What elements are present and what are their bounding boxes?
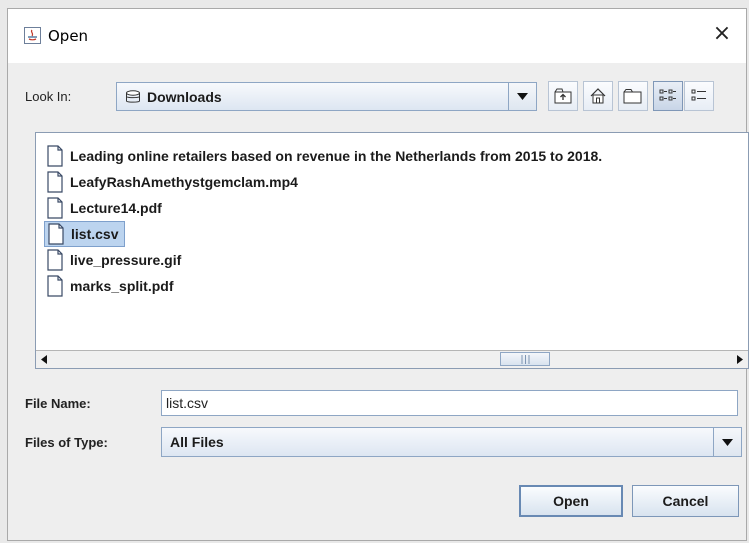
details-view-toggle[interactable] bbox=[684, 81, 714, 111]
file-name-value: list.csv bbox=[166, 395, 208, 411]
list-view-icon bbox=[659, 89, 676, 101]
scrollbar-thumb[interactable] bbox=[500, 352, 550, 366]
list-item-selected[interactable]: list.csv bbox=[44, 221, 126, 247]
arrow-left-icon bbox=[41, 354, 47, 364]
up-one-level-button[interactable] bbox=[548, 81, 578, 111]
list-view-toggle[interactable] bbox=[653, 81, 683, 111]
drive-icon bbox=[125, 89, 141, 104]
look-in-dropdown-arrow[interactable] bbox=[508, 83, 536, 110]
cancel-button[interactable]: Cancel bbox=[632, 485, 739, 517]
list-item[interactable]: LeafyRashAmethystgemclam.mp4 bbox=[44, 169, 298, 195]
file-icon bbox=[47, 275, 63, 297]
file-icon bbox=[47, 145, 63, 167]
home-icon bbox=[590, 88, 606, 104]
list-item[interactable]: Lecture14.pdf bbox=[44, 195, 162, 221]
file-icon bbox=[48, 223, 64, 245]
chevron-down-icon bbox=[517, 93, 528, 100]
file-name-label: File Name: bbox=[25, 396, 91, 411]
java-app-icon bbox=[24, 27, 41, 44]
file-name-text: live_pressure.gif bbox=[70, 252, 182, 268]
chevron-down-icon bbox=[722, 438, 733, 446]
list-item[interactable]: marks_split.pdf bbox=[44, 273, 173, 299]
file-icon bbox=[47, 197, 63, 219]
list-item[interactable]: live_pressure.gif bbox=[44, 247, 181, 273]
up-one-level-icon bbox=[554, 88, 572, 104]
new-folder-icon bbox=[623, 89, 642, 104]
file-name-field[interactable]: list.csv bbox=[161, 390, 738, 416]
close-button[interactable]: × bbox=[708, 21, 736, 47]
dialog-title: Open bbox=[48, 27, 89, 45]
file-type-dropdown-arrow[interactable] bbox=[713, 428, 741, 456]
file-name-text: Lecture14.pdf bbox=[70, 200, 162, 216]
file-list[interactable]: Leading online retailers based on revenu… bbox=[35, 132, 749, 369]
scroll-left-button[interactable] bbox=[36, 351, 52, 367]
open-button[interactable]: Open bbox=[519, 485, 623, 517]
file-icon bbox=[47, 249, 63, 271]
file-name-text: marks_split.pdf bbox=[70, 278, 174, 294]
home-button[interactable] bbox=[583, 81, 613, 111]
file-name-text: list.csv bbox=[71, 226, 119, 242]
file-name-text: LeafyRashAmethystgemclam.mp4 bbox=[70, 174, 298, 190]
file-name-text: Leading online retailers based on revenu… bbox=[70, 148, 603, 164]
open-dialog: Open × Look In: Downloads Leading online… bbox=[7, 8, 749, 541]
look-in-label: Look In: bbox=[25, 89, 72, 104]
grip-icon bbox=[521, 354, 529, 364]
list-item[interactable]: Leading online retailers based on revenu… bbox=[44, 143, 602, 169]
look-in-combo[interactable]: Downloads bbox=[116, 82, 537, 111]
file-type-label: Files of Type: bbox=[25, 435, 108, 450]
arrow-right-icon bbox=[737, 354, 743, 364]
scroll-right-button[interactable] bbox=[732, 351, 748, 367]
file-type-value: All Files bbox=[170, 434, 224, 450]
title-bar: Open × bbox=[8, 9, 746, 63]
file-type-combo[interactable]: All Files bbox=[161, 427, 742, 457]
horizontal-scrollbar[interactable] bbox=[36, 350, 748, 368]
new-folder-button[interactable] bbox=[618, 81, 648, 111]
look-in-value: Downloads bbox=[147, 88, 222, 105]
file-icon bbox=[47, 171, 63, 193]
look-in-value-wrap: Downloads bbox=[125, 83, 222, 110]
details-view-icon bbox=[691, 89, 706, 101]
